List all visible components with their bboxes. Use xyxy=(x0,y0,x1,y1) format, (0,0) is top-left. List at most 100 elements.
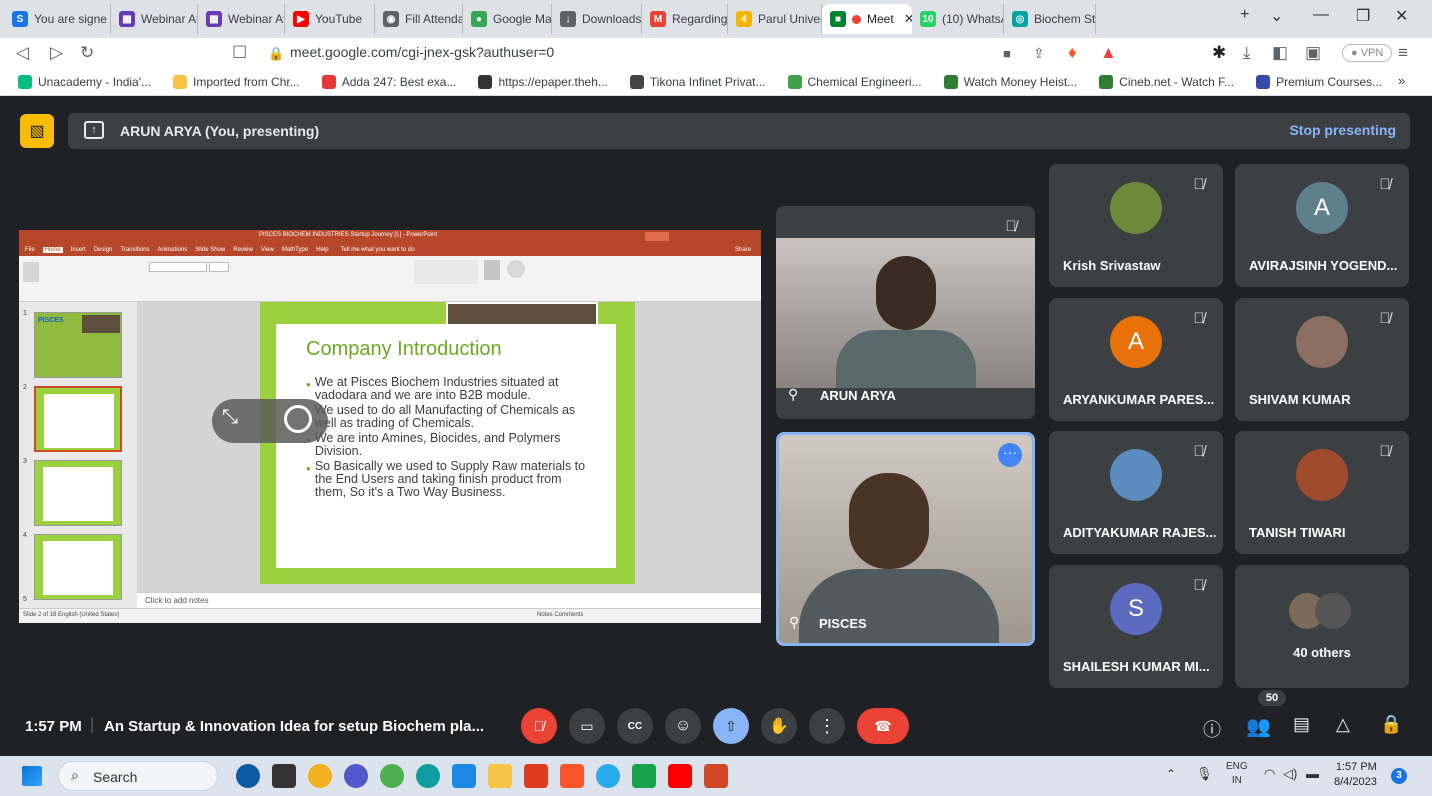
bookmark-page-icon[interactable]: ☐ xyxy=(232,43,247,63)
bookmark-item[interactable]: Unacademy - India'... xyxy=(18,74,151,89)
participant-tile[interactable]: ADITYAKUMAR RAJES... 🎙̸ xyxy=(1049,431,1223,554)
share-icon[interactable]: ⇪ xyxy=(1033,45,1045,62)
bookmark-item[interactable]: Imported from Chr... xyxy=(173,74,300,89)
add-tab-button[interactable]: + xyxy=(1240,6,1249,24)
telegram-icon[interactable] xyxy=(596,764,620,788)
pin-icon[interactable]: ⚲ xyxy=(788,386,798,403)
bookmark-item[interactable]: Premium Courses... xyxy=(1256,74,1382,89)
forward-icon[interactable]: ▷ xyxy=(50,43,63,63)
zoom-icon[interactable]: ⤡ xyxy=(222,406,238,429)
brave-browser-icon[interactable] xyxy=(560,764,584,788)
notification-count-badge[interactable]: 3 xyxy=(1391,768,1407,784)
back-icon[interactable]: ◁ xyxy=(16,43,29,63)
camera-indicator-icon[interactable]: ■ xyxy=(1003,46,1011,61)
bookmark-item[interactable]: Cineb.net - Watch F... xyxy=(1099,74,1234,89)
font-size-box[interactable] xyxy=(209,262,229,272)
presentation-icon[interactable]: ▧ xyxy=(20,114,54,148)
ribbon-tab[interactable]: Insert xyxy=(71,247,86,253)
captions-button[interactable]: CC xyxy=(617,708,653,744)
font-box[interactable] xyxy=(149,262,207,272)
wallet-icon[interactable]: ▣ xyxy=(1305,43,1321,63)
participant-tile[interactable]: SHIVAM KUMAR 🎙̸ xyxy=(1235,298,1409,421)
more-bookmarks-icon[interactable]: » xyxy=(1398,73,1405,88)
browser-tab[interactable]: 10 (10) WhatsAp xyxy=(912,4,1004,34)
browser-tab[interactable]: ↓ Downloads xyxy=(552,4,642,34)
browser-tab[interactable]: ■ Meet ✕ xyxy=(822,4,912,34)
ribbon-tab[interactable]: Review xyxy=(233,247,253,253)
battery-icon[interactable]: ▬ xyxy=(1306,766,1319,781)
volume-icon[interactable]: ◁) xyxy=(1283,766,1297,782)
downloads-icon[interactable]: ⤓ xyxy=(1243,43,1251,63)
bookmark-item[interactable]: https://epaper.theh... xyxy=(478,74,608,89)
participant-tile[interactable]: Krish Srivastaw 🎙̸ xyxy=(1049,164,1223,287)
pin-icon[interactable]: ⚲ xyxy=(789,614,799,631)
extensions-icon[interactable]: ✱ xyxy=(1212,43,1226,63)
share-button[interactable]: Share xyxy=(735,247,751,253)
ribbon-tab[interactable]: Home xyxy=(42,247,63,253)
more-options-button[interactable]: ⋮ xyxy=(809,708,845,744)
menu-icon[interactable]: ≡ xyxy=(1398,43,1408,63)
tab-search-chevron-icon[interactable]: ⌄ xyxy=(1270,6,1283,26)
microphone-tray-icon[interactable]: 🎙 xyxy=(1196,766,1213,782)
teams-icon[interactable] xyxy=(344,764,368,788)
slideshow-nav-overlay[interactable]: ⤡ xyxy=(212,399,328,443)
restore-button[interactable]: ❐ xyxy=(1356,6,1370,26)
ribbon-tab[interactable]: MathType xyxy=(282,247,308,253)
thumbnail-1[interactable]: PISCES xyxy=(34,312,122,378)
browser-tab[interactable]: M Regarding F xyxy=(642,4,728,34)
quick-styles-icon[interactable] xyxy=(507,260,525,278)
participant-tile[interactable]: A ARYANKUMAR PARES... 🎙̸ xyxy=(1049,298,1223,421)
brave-rewards-icon[interactable]: ▲ xyxy=(1100,43,1117,63)
ribbon-tab[interactable]: Animations xyxy=(158,247,188,253)
taskbar-search-box[interactable]: ⌕ Search xyxy=(58,761,218,791)
minimize-button[interactable]: — xyxy=(1313,6,1329,24)
participant-tile[interactable]: A AVIRAJSINH YOGEND... 🎙̸ xyxy=(1235,164,1409,287)
thumbnail-3[interactable] xyxy=(34,460,122,526)
host-controls-icon[interactable]: 🔒 xyxy=(1380,714,1402,735)
video-tile-arun-arya[interactable]: 🎙̸ ⚲ ARUN ARYA xyxy=(776,206,1035,419)
browser-tab[interactable]: ▶ YouTube xyxy=(285,4,375,34)
bookmark-item[interactable]: Adda 247: Best exa... xyxy=(321,74,456,89)
mail-icon[interactable] xyxy=(452,764,476,788)
more-options-icon[interactable]: ··· xyxy=(998,443,1022,467)
language-indicator[interactable]: ENG IN xyxy=(1226,760,1248,788)
system-clock[interactable]: 1:57 PM 8/4/2023 xyxy=(1334,760,1377,790)
wifi-icon[interactable]: ◠ xyxy=(1264,766,1275,782)
mail-app-icon[interactable] xyxy=(524,764,548,788)
tray-chevron-icon[interactable]: ⌃ xyxy=(1166,767,1176,781)
edge-icon[interactable] xyxy=(416,764,440,788)
present-button[interactable]: ⇧ xyxy=(713,708,749,744)
browser-tab[interactable]: ◎ Biochem Sta xyxy=(1004,4,1096,34)
browser-tab[interactable]: ▦ Webinar Atte xyxy=(198,4,285,34)
activities-icon[interactable]: △ xyxy=(1336,714,1350,735)
raise-hand-button[interactable]: ✋ xyxy=(761,708,797,744)
participant-tile[interactable]: 40 others xyxy=(1235,565,1409,688)
thumbnail-2[interactable] xyxy=(34,386,122,452)
info-icon[interactable]: ⓘ xyxy=(1203,716,1221,742)
paste-icon[interactable] xyxy=(23,262,39,282)
task-view-icon[interactable] xyxy=(272,764,296,788)
participant-tile[interactable]: S SHAILESH KUMAR MI... 🎙̸ xyxy=(1049,565,1223,688)
participant-tile[interactable]: TANISH TIWARI 🎙̸ xyxy=(1235,431,1409,554)
brave-shield-icon[interactable]: ♦ xyxy=(1068,43,1077,63)
close-tab-icon[interactable]: ✕ xyxy=(904,11,912,27)
windows-start-icon[interactable] xyxy=(22,766,42,786)
browser-tab[interactable]: 4 Parul Univers xyxy=(728,4,822,34)
notes-pane[interactable]: Click to add notes xyxy=(137,592,761,608)
clock-app-icon[interactable] xyxy=(380,764,404,788)
tell-me-box[interactable]: Tell me what you want to do xyxy=(341,247,415,253)
browser-tab[interactable]: S You are signe xyxy=(4,4,111,34)
ppt-signin-button[interactable] xyxy=(645,232,669,241)
chat-icon[interactable]: ▤ xyxy=(1293,714,1310,735)
reload-icon[interactable]: ↻ xyxy=(80,43,94,63)
file-explorer-icon[interactable] xyxy=(488,764,512,788)
ribbon-tab[interactable]: Design xyxy=(94,247,113,253)
youtube-app-icon[interactable] xyxy=(668,764,692,788)
zoom-out-icon[interactable] xyxy=(284,405,312,433)
stop-presenting-button[interactable]: Stop presenting xyxy=(1289,122,1396,138)
bing-icon[interactable] xyxy=(236,764,260,788)
bookmark-item[interactable]: Chemical Engineeri... xyxy=(787,74,922,89)
leave-call-button[interactable]: ☎ xyxy=(857,708,909,744)
thumbnail-4[interactable] xyxy=(34,534,122,600)
emoji-button[interactable]: ☺ xyxy=(665,708,701,744)
